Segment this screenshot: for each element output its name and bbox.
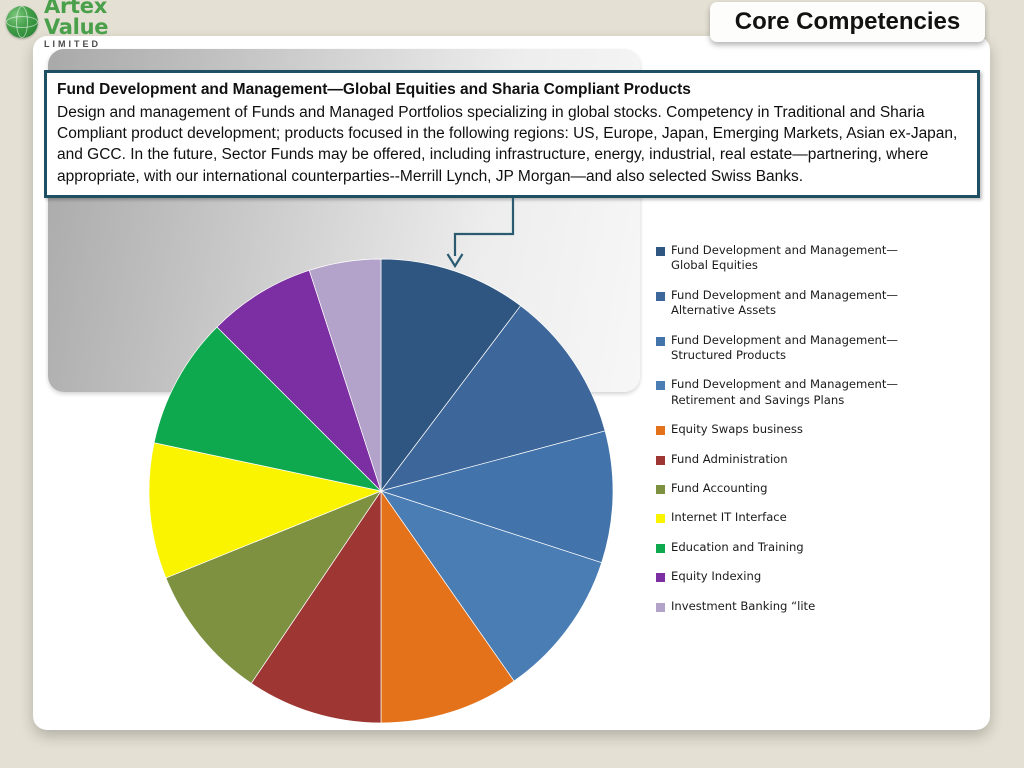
legend-item: Equity Indexing — [656, 569, 976, 584]
legend-item: Fund Development and Management— Structu… — [656, 333, 976, 364]
pie-slice-group — [148, 258, 614, 724]
legend-item-label: Internet IT Interface — [671, 510, 787, 525]
legend-item-label: Fund Administration — [671, 451, 788, 466]
description-textbox: Fund Development and Management—Global E… — [44, 70, 980, 198]
page-title-plate: Core Competencies — [710, 2, 985, 42]
legend-item: Fund Administration — [656, 452, 976, 467]
legend-item-label: Investment Banking “lite — [671, 598, 816, 613]
legend-item: Fund Development and Management— Alterna… — [656, 288, 976, 319]
legend-item-label: Equity Swaps business — [671, 422, 803, 437]
legend-item-label: Fund Development and Management— Retirem… — [671, 377, 898, 407]
elbow-arrow-connector — [446, 198, 515, 269]
legend-item: Equity Swaps business — [656, 422, 976, 437]
legend-item-label: Fund Development and Management— Structu… — [671, 332, 898, 363]
pie-chart — [148, 258, 614, 724]
globe-icon — [6, 6, 38, 38]
legend-item-label: Fund Development and Management— Global … — [671, 243, 898, 273]
legend-item-label: Fund Development and Management— Alterna… — [671, 287, 898, 318]
legend-swatch-icon — [656, 543, 665, 553]
legend-swatch-icon — [656, 426, 665, 436]
description-body: Design and management of Funds and Manag… — [57, 103, 958, 185]
legend-swatch-icon — [656, 573, 665, 583]
brand-text: Artex Value LIMITED — [44, 0, 158, 49]
description-title: Fund Development and Management—Global E… — [57, 81, 691, 98]
chart-legend: Fund Development and Management— Global … — [656, 243, 976, 628]
legend-item-label: Equity Indexing — [671, 569, 762, 584]
legend-swatch-icon — [656, 602, 665, 612]
legend-item: Internet IT Interface — [656, 510, 976, 525]
brand-name: Artex Value — [44, 0, 109, 39]
page-title: Core Competencies — [734, 8, 961, 35]
legend-swatch-icon — [656, 485, 665, 495]
legend-item: Fund Development and Management— Global … — [656, 243, 976, 274]
legend-item-label: Education and Training — [671, 539, 804, 554]
legend-item-label: Fund Accounting — [671, 481, 768, 496]
legend-swatch-icon — [656, 381, 665, 391]
legend-item: Fund Accounting — [656, 481, 976, 496]
legend-swatch-icon — [656, 336, 665, 346]
legend-swatch-icon — [656, 247, 665, 256]
legend-swatch-icon — [656, 455, 665, 465]
brand-subtitle: LIMITED — [44, 38, 101, 49]
legend-swatch-icon — [656, 514, 665, 524]
legend-item: Education and Training — [656, 540, 976, 555]
legend-item: Investment Banking “lite — [656, 599, 976, 614]
legend-item: Fund Development and Management— Retirem… — [656, 377, 976, 408]
legend-swatch-icon — [656, 291, 665, 301]
brand-logo: Artex Value LIMITED — [6, 0, 158, 48]
